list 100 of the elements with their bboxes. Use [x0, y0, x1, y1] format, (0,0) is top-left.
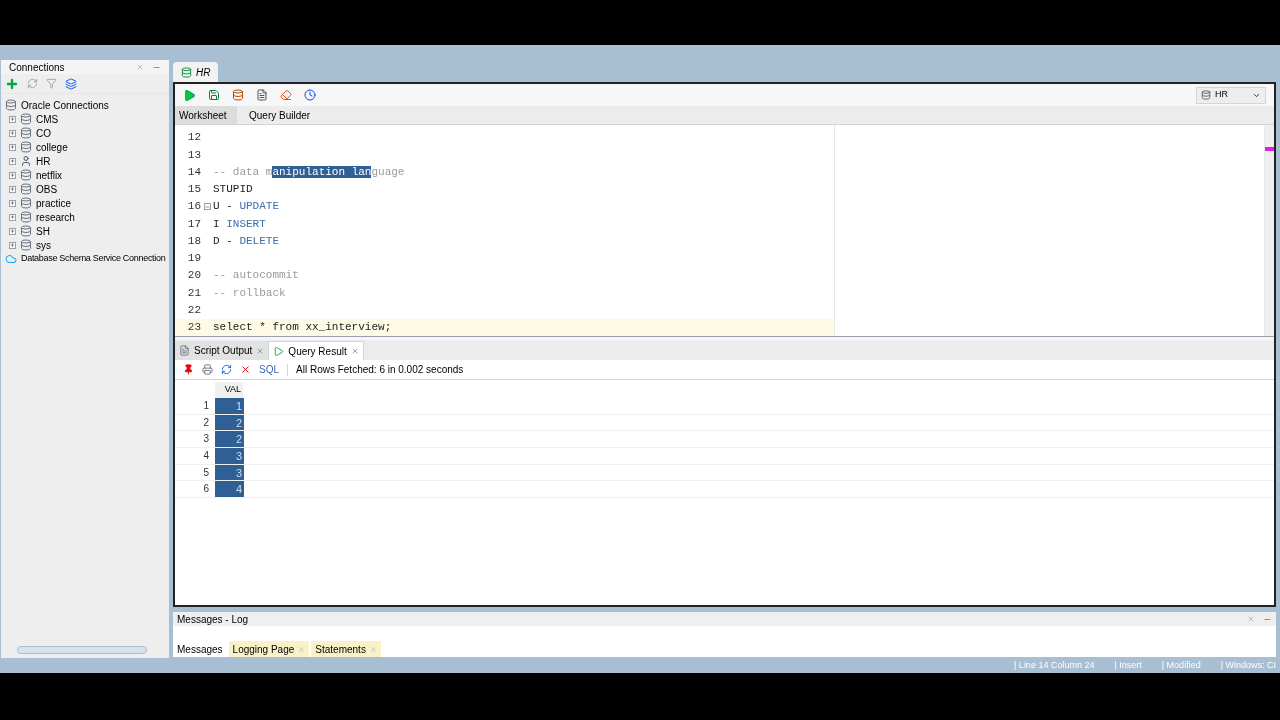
connection-picker[interactable]: HR — [1196, 86, 1266, 104]
document-icon[interactable] — [256, 89, 268, 101]
database-icon — [20, 113, 32, 125]
row-number: 5 — [202, 465, 210, 480]
tree-item[interactable]: HR — [36, 153, 51, 169]
editor-tab[interactable]: Query Builder — [245, 106, 315, 124]
database-icon[interactable] — [232, 89, 244, 101]
tree-item[interactable]: OBS — [36, 181, 58, 197]
line-number: 15 — [186, 182, 201, 198]
column-header[interactable]: VAL — [215, 382, 243, 398]
code-line: -- rollback — [213, 285, 286, 301]
tree-item[interactable]: college — [36, 139, 68, 155]
cloud-icon — [5, 253, 17, 265]
code-line: STUPID — [213, 182, 253, 198]
table-cell[interactable]: 2 — [215, 431, 244, 448]
line-number: 20 — [186, 268, 201, 284]
row-number: 2 — [202, 415, 210, 430]
output-tab[interactable]: Query Result — [268, 341, 364, 360]
code-line: I INSERT — [213, 216, 266, 232]
line-number: 18 — [186, 233, 201, 249]
panel-title: Messages - Log — [177, 612, 249, 627]
code-line: -- data manipulation language — [213, 164, 405, 180]
status-text: | Line 14 Column 24 — [1014, 658, 1095, 672]
tree-item[interactable]: Oracle Connections — [21, 97, 109, 113]
code-line: U - UPDATE — [213, 199, 279, 215]
row-number: 6 — [202, 482, 210, 497]
scrollbar[interactable] — [17, 646, 147, 654]
fetch-status: All Rows Fetched: 6 in 0.002 seconds — [296, 363, 464, 377]
expand-icon[interactable] — [9, 199, 16, 207]
refresh-icon[interactable] — [221, 364, 232, 375]
expand-icon[interactable] — [9, 185, 16, 193]
expand-icon[interactable] — [9, 171, 16, 179]
line-number: 21 — [186, 285, 201, 301]
database-icon — [20, 225, 32, 237]
expand-icon[interactable] — [9, 129, 16, 137]
code-line: -- autocommit — [213, 268, 299, 284]
status-text: | Insert — [1114, 658, 1142, 672]
table-cell[interactable]: 3 — [215, 448, 244, 464]
run-icon — [273, 345, 285, 357]
tree-item[interactable]: CMS — [36, 111, 59, 127]
database-icon — [20, 197, 32, 209]
tree-item[interactable]: SH — [36, 223, 50, 239]
database-icon — [20, 211, 32, 223]
close-icon[interactable] — [256, 346, 265, 355]
document-tab[interactable]: HR — [173, 62, 219, 82]
line-number: 14 — [186, 164, 201, 180]
expand-icon[interactable] — [9, 227, 16, 235]
sql-link[interactable]: SQL — [259, 362, 279, 377]
clock-icon[interactable] — [304, 89, 316, 101]
row-number: 4 — [202, 449, 210, 464]
run-icon[interactable] — [183, 88, 196, 102]
table-cell[interactable]: 1 — [215, 398, 244, 414]
database-icon — [1201, 90, 1211, 100]
log-tab[interactable]: Logging Page — [228, 641, 310, 657]
expand-icon[interactable] — [9, 143, 16, 151]
tree-item[interactable]: CO — [36, 125, 51, 141]
database-icon — [20, 141, 32, 153]
expand-icon[interactable] — [9, 115, 16, 123]
expand-icon[interactable] — [9, 157, 16, 165]
database-icon — [5, 99, 17, 111]
tree-item[interactable]: practice — [36, 195, 71, 211]
code-line: select * from xx_interview; — [213, 320, 392, 336]
line-number: 16 — [186, 199, 201, 215]
line-number: 22 — [186, 302, 201, 318]
script-icon[interactable] — [208, 89, 220, 101]
line-number: 17 — [186, 216, 201, 232]
pin-icon[interactable] — [183, 364, 194, 375]
output-tab[interactable]: Script Output — [175, 341, 269, 360]
print-icon[interactable] — [202, 364, 213, 375]
panel-title: Connections — [9, 60, 65, 75]
expand-icon[interactable] — [9, 213, 16, 221]
tree-item[interactable]: netflix — [36, 167, 63, 183]
status-text: | Modified — [1161, 658, 1201, 672]
tree-item[interactable]: research — [36, 209, 75, 225]
fold-icon[interactable] — [203, 203, 211, 211]
database-icon — [20, 239, 32, 251]
tree-item[interactable]: Database Schema Service Connection — [21, 252, 166, 266]
schema-icon[interactable] — [65, 77, 77, 90]
eraser-icon[interactable] — [280, 89, 292, 101]
row-number: 1 — [202, 399, 210, 413]
line-number: 12 — [186, 130, 201, 146]
expand-icon[interactable] — [9, 241, 16, 249]
status-text: | Windows: CI — [1220, 658, 1276, 672]
database-icon — [20, 127, 32, 139]
row-number: 3 — [202, 432, 210, 447]
delete-icon[interactable] — [240, 364, 251, 375]
close-icon[interactable] — [350, 347, 359, 355]
document-icon — [179, 345, 190, 356]
editor-tab[interactable]: Worksheet — [175, 106, 237, 124]
database-icon — [20, 169, 32, 181]
code-line: D - DELETE — [213, 233, 279, 249]
table-cell[interactable]: 4 — [215, 481, 244, 498]
log-tab[interactable]: Statements — [311, 641, 381, 657]
database-icon — [20, 183, 32, 195]
line-number: 13 — [186, 147, 201, 163]
line-number: 19 — [186, 251, 201, 267]
add-icon[interactable] — [5, 76, 19, 91]
marker — [1265, 147, 1274, 151]
line-number: 23 — [186, 320, 201, 336]
tree-item[interactable]: sys — [36, 237, 51, 253]
